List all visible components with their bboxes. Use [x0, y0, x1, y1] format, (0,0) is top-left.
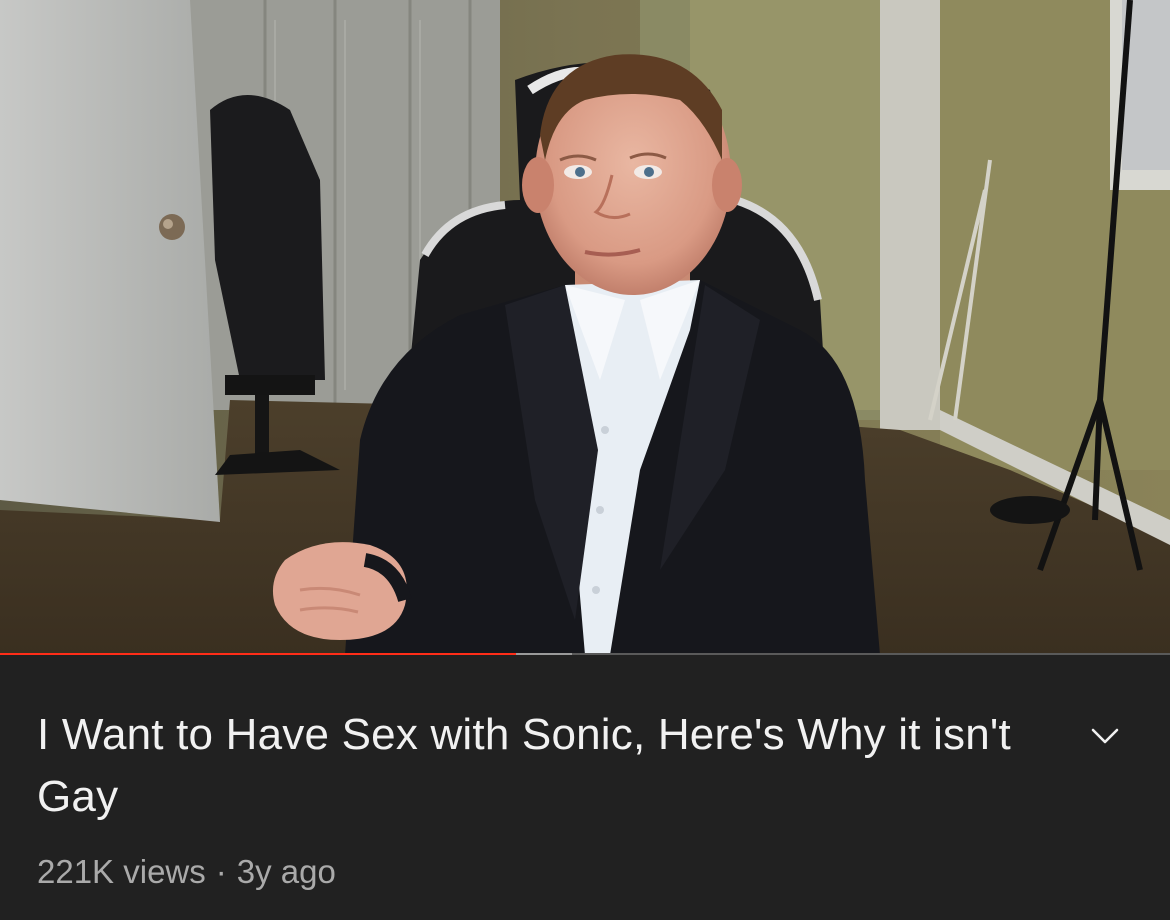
progress-played: [0, 653, 516, 655]
upload-age: 3y ago: [236, 853, 336, 890]
video-stats: 221K views · 3y ago: [37, 852, 336, 892]
stats-separator: ·: [215, 853, 227, 890]
expand-description-button[interactable]: [1083, 718, 1127, 754]
video-player[interactable]: [0, 0, 1170, 655]
video-metadata: I Want to Have Sex with Sonic, Here's Wh…: [0, 660, 1170, 920]
video-frame: [0, 0, 1170, 655]
view-count: 221K views: [37, 853, 206, 890]
video-title[interactable]: I Want to Have Sex with Sonic, Here's Wh…: [37, 704, 1047, 828]
video-progress-bar[interactable]: [0, 653, 1170, 655]
chevron-down-icon: [1091, 728, 1119, 744]
video-watch-screen: I Want to Have Sex with Sonic, Here's Wh…: [0, 0, 1170, 920]
